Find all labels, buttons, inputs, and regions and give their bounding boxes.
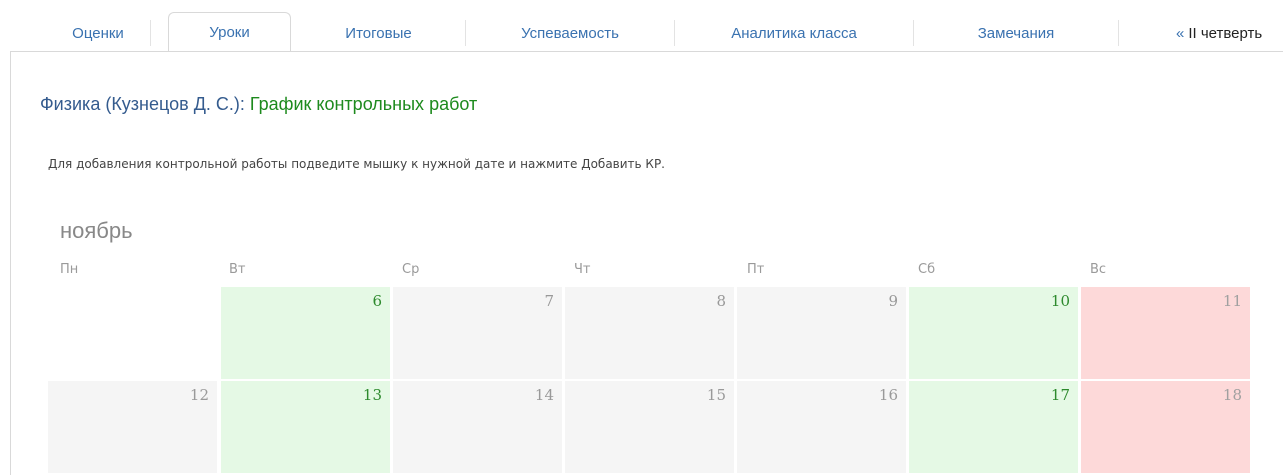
tab-bar: Оценки Уроки Итоговые Успеваемость Анали… xyxy=(0,0,1283,52)
day-number: 13 xyxy=(362,386,382,404)
month-title: ноябрь xyxy=(60,218,133,243)
calendar-day-9[interactable]: 9 xyxy=(737,287,906,379)
calendar-day-16[interactable]: 16 xyxy=(737,381,906,473)
day-number: 10 xyxy=(1050,292,1070,310)
tab-final[interactable]: Итоговые xyxy=(292,20,466,46)
calendar-day-14[interactable]: 14 xyxy=(393,381,562,473)
schedule-title: График контрольных работ xyxy=(249,94,478,114)
prev-arrows-icon: « xyxy=(1176,24,1185,42)
day-number: 18 xyxy=(1222,386,1242,404)
quarter-link-label: II четверть xyxy=(1188,24,1263,42)
day-number: 16 xyxy=(878,386,898,404)
tab-final-label: Итоговые xyxy=(345,24,412,42)
tab-class-analytics[interactable]: Аналитика класса xyxy=(675,20,914,46)
weekday-wed: Ср xyxy=(402,262,420,277)
day-number: 12 xyxy=(189,386,209,404)
weekday-tue: Вт xyxy=(229,262,246,277)
calendar-day-10[interactable]: 10 xyxy=(909,287,1078,379)
calendar-day-13[interactable]: 13 xyxy=(221,381,390,473)
tab-bar-divider xyxy=(10,51,1283,52)
calendar-day-15[interactable]: 15 xyxy=(565,381,734,473)
calendar-day-7[interactable]: 7 xyxy=(393,287,562,379)
page-title: Физика (Кузнецов Д. С.): График контроль… xyxy=(40,94,477,115)
tab-grades-label: Оценки xyxy=(72,24,124,42)
day-number: 11 xyxy=(1222,292,1242,310)
tab-performance-label: Успеваемость xyxy=(521,24,619,42)
weekday-thu: Чт xyxy=(574,262,591,277)
calendar-day-11[interactable]: 11 xyxy=(1081,287,1250,379)
weekday-mon: Пн xyxy=(60,262,79,277)
day-number: 8 xyxy=(716,292,726,310)
content-left-border xyxy=(10,52,11,475)
day-number: 7 xyxy=(544,292,554,310)
weekday-sat: Сб xyxy=(918,262,936,277)
tab-class-analytics-label: Аналитика класса xyxy=(731,24,857,42)
calendar-day-17[interactable]: 17 xyxy=(909,381,1078,473)
quarter-link[interactable]: « II четверть xyxy=(1176,14,1262,52)
calendar-empty-cell xyxy=(48,287,217,379)
tab-remarks-label: Замечания xyxy=(977,24,1055,42)
weekday-sun: Вс xyxy=(1090,262,1107,277)
tab-grades[interactable]: Оценки xyxy=(46,20,151,46)
day-number: 14 xyxy=(534,386,554,404)
day-number: 9 xyxy=(888,292,898,310)
subject-teacher: Физика (Кузнецов Д. С.): xyxy=(40,94,245,114)
day-number: 15 xyxy=(706,386,726,404)
tab-performance[interactable]: Успеваемость xyxy=(466,20,675,46)
calendar-day-8[interactable]: 8 xyxy=(565,287,734,379)
tab-lessons-label: Уроки xyxy=(209,23,250,41)
tab-remarks[interactable]: Замечания xyxy=(914,20,1119,46)
weekday-fri: Пт xyxy=(747,262,765,277)
tab-lessons[interactable]: Уроки xyxy=(168,12,291,52)
day-number: 17 xyxy=(1050,386,1070,404)
instruction-text: Для добавления контрольной работы подвед… xyxy=(48,157,665,171)
calendar-day-6[interactable]: 6 xyxy=(221,287,390,379)
calendar-day-12[interactable]: 12 xyxy=(48,381,217,473)
calendar-day-18[interactable]: 18 xyxy=(1081,381,1250,473)
day-number: 6 xyxy=(372,292,382,310)
